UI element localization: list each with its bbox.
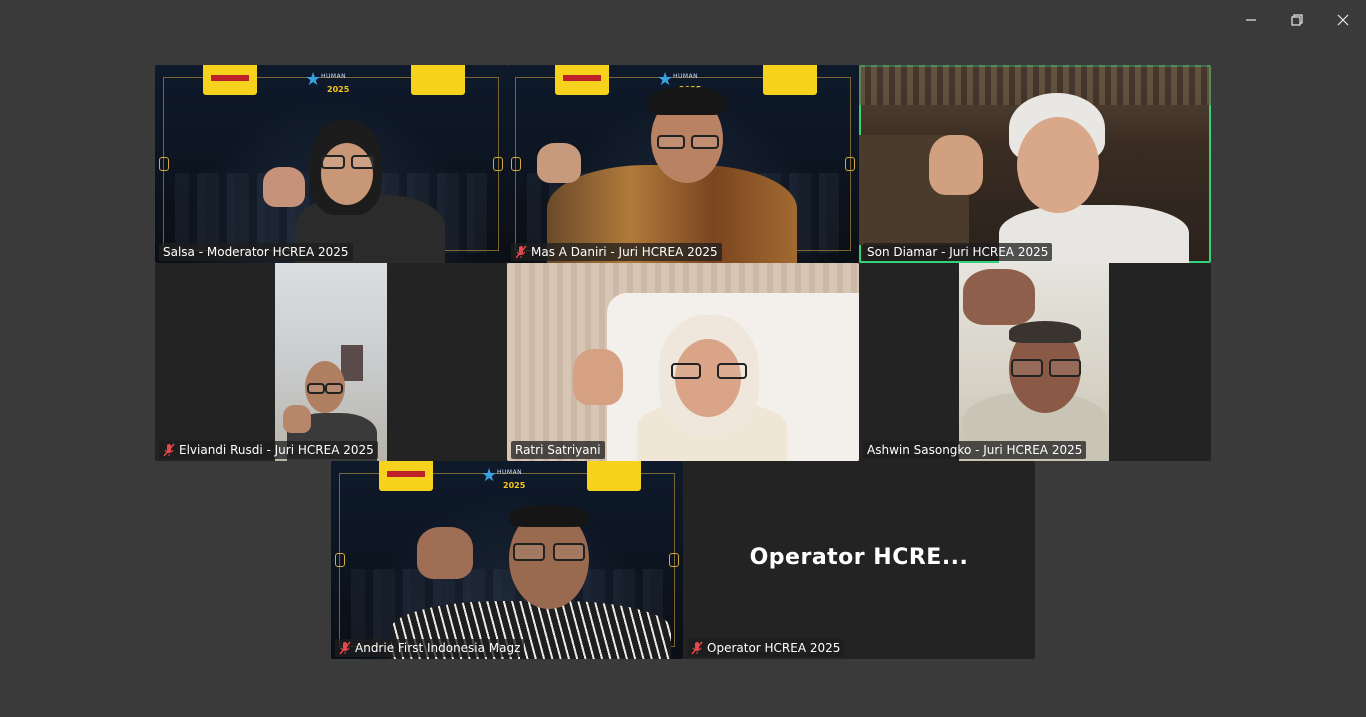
minimize-button[interactable]	[1228, 0, 1274, 40]
video-tile-ratri-satriyani[interactable]: Ratri Satriyani	[507, 263, 859, 461]
event-info-badge	[763, 65, 817, 95]
participant-name-label: Elviandi Rusdi - Juri HCREA 2025	[159, 441, 378, 459]
restore-icon	[1291, 14, 1303, 26]
mic-muted-icon	[339, 641, 351, 655]
close-button[interactable]	[1320, 0, 1366, 40]
participant-name-label: Salsa - Moderator HCREA 2025	[159, 243, 353, 261]
participant-name-label: Ratri Satriyani	[511, 441, 605, 459]
human-capital-logo: ★ HUMAN 2025	[305, 69, 350, 95]
sponsor-logo	[555, 65, 609, 95]
close-icon	[1337, 14, 1349, 26]
banner-ornament	[159, 157, 169, 171]
sponsor-logo	[379, 461, 433, 491]
minimize-icon	[1246, 19, 1256, 21]
window-controls	[1228, 0, 1366, 40]
participant-name-label: Operator HCREA 2025	[687, 639, 845, 657]
event-info-badge	[587, 461, 641, 491]
video-tile-ashwin-sasongko[interactable]: Ashwin Sasongko - Juri HCREA 2025	[859, 263, 1211, 461]
sponsor-logo	[203, 65, 257, 95]
banner-ornament	[669, 553, 679, 567]
banner-ornament	[845, 157, 855, 171]
restore-button[interactable]	[1274, 0, 1320, 40]
banner-ornament	[335, 553, 345, 567]
mic-muted-icon	[691, 641, 703, 655]
video-tile-andrie[interactable]: ★ HUMAN 2025 Andrie First Indonesia Magz	[331, 461, 683, 659]
video-tile-son-diamar[interactable]: Son Diamar - Juri HCREA 2025	[859, 65, 1211, 263]
video-tile-mas-a-daniri[interactable]: ★ HUMAN 2025 Mas A Daniri - Juri HCREA 2…	[507, 65, 859, 263]
participant-name-label: Mas A Daniri - Juri HCREA 2025	[511, 243, 722, 261]
mic-muted-icon	[163, 443, 175, 457]
participant-name-label: Son Diamar - Juri HCREA 2025	[863, 243, 1053, 261]
banner-ornament	[493, 157, 503, 171]
event-info-badge	[411, 65, 465, 95]
banner-ornament	[511, 157, 521, 171]
human-capital-logo: ★ HUMAN 2025	[481, 465, 526, 491]
participant-display-name: Operator HCRE...	[749, 545, 969, 570]
video-tile-operator[interactable]: Operator HCRE... Operator HCREA 2025	[683, 461, 1035, 659]
participant-name-label: Andrie First Indonesia Magz	[335, 639, 525, 657]
mic-muted-icon	[515, 245, 527, 259]
video-tile-elviandi-rusdi[interactable]: Elviandi Rusdi - Juri HCREA 2025	[155, 263, 507, 461]
video-tile-salsa[interactable]: ★ HUMAN 2025 Salsa - Moderator HCREA 202…	[155, 65, 507, 263]
participant-name-label: Ashwin Sasongko - Juri HCREA 2025	[863, 441, 1087, 459]
